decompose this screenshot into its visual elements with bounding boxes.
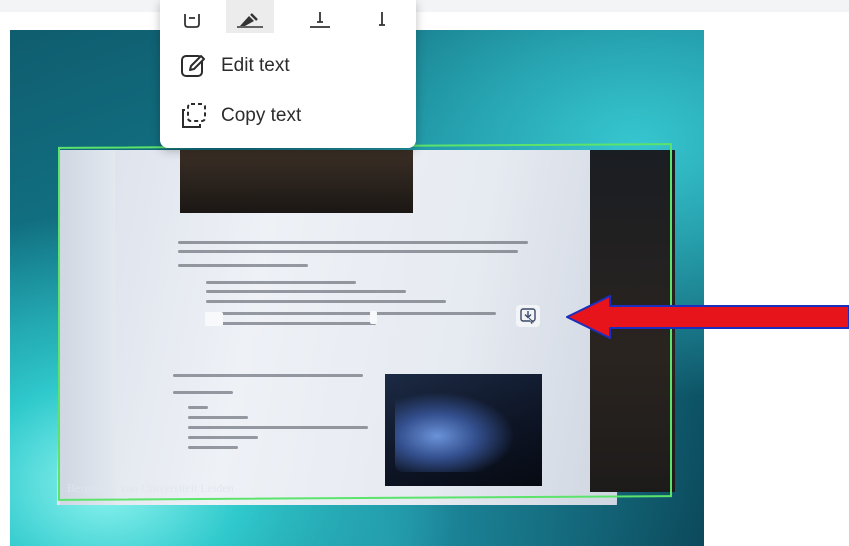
menu-toolbar [160, 0, 416, 33]
highlighter-tool[interactable] [226, 0, 274, 33]
highlighter-icon [237, 12, 263, 33]
select-box-tool[interactable] [168, 0, 216, 33]
copy-text-label: Copy text [221, 105, 302, 126]
context-menu: Edit text Copy text [160, 0, 416, 148]
top-bar [0, 0, 849, 12]
copy-text-icon [180, 102, 208, 130]
text-cursor-tool[interactable] [358, 0, 406, 33]
edit-text-icon [180, 52, 208, 80]
red-arrow-left-icon [566, 295, 849, 339]
text-cursor-icon [375, 12, 389, 33]
select-box-icon [181, 14, 203, 33]
underline-icon [309, 12, 331, 33]
download-icon[interactable] [516, 305, 540, 327]
copy-text-menu-item[interactable]: Copy text [160, 93, 416, 139]
edit-text-menu-item[interactable]: Edit text [160, 43, 416, 89]
edit-text-label: Edit text [221, 55, 290, 76]
underline-tool[interactable] [296, 0, 344, 33]
